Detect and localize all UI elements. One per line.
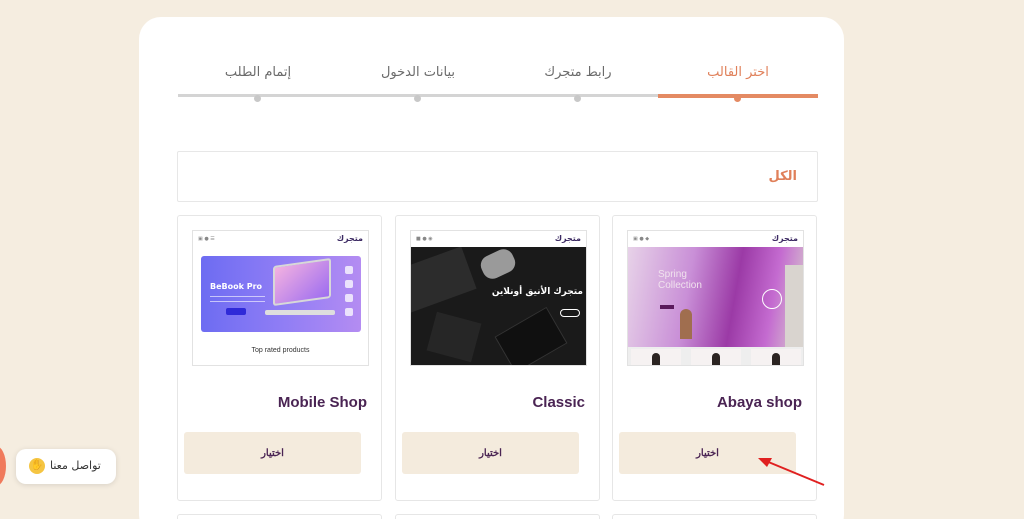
model-image xyxy=(680,309,692,339)
step-label: اختر القالب xyxy=(707,65,769,80)
preview-header: ▣ ● ☰ متجرك xyxy=(193,231,368,247)
preview-header: ▣ ● ◆ متجرك xyxy=(628,231,803,247)
preview-logo: متجرك xyxy=(554,234,581,243)
step-dot xyxy=(574,95,581,102)
category-filter: الكل xyxy=(177,151,818,202)
template-card-mobile-shop: ▣ ● ☰ متجرك BeBook Pro Top rated product… xyxy=(177,215,382,501)
choose-template-button[interactable]: اختيار xyxy=(184,432,361,474)
waving-hand-icon: ✋ xyxy=(29,458,45,474)
step-label: بيانات الدخول xyxy=(380,65,456,80)
template-preview[interactable]: ▣ ● ◆ متجرك Spring Collection xyxy=(627,230,804,366)
preview-nav-icons: ▣ ● ☰ xyxy=(198,236,215,242)
choose-template-button[interactable]: اختيار xyxy=(402,432,579,474)
preview-hero-heading: BeBook Pro xyxy=(210,282,263,291)
preview-logo: متجرك xyxy=(771,234,798,243)
choose-template-button[interactable]: اختيار xyxy=(619,432,796,474)
step-choose-template[interactable]: اختر القالب xyxy=(658,60,818,104)
preview-hero-banner: BeBook Pro xyxy=(201,256,361,332)
keyboard-image xyxy=(411,247,477,313)
preview-header: ■ ● ◉ متجرك xyxy=(411,231,586,247)
preview-hero-banner: متجرك الأنيق أونلاين xyxy=(411,247,586,365)
preview-feature-icons xyxy=(345,266,355,320)
template-preview[interactable]: ▣ ● ☰ متجرك BeBook Pro Top rated product… xyxy=(192,230,369,366)
laptop-image xyxy=(273,257,331,307)
contact-us-widget[interactable]: ✋ تواصل معنا xyxy=(16,449,116,484)
step-dot xyxy=(254,95,261,102)
preview-hero-button xyxy=(660,305,674,309)
preview-hero-button xyxy=(226,308,246,315)
step-label: رابط متجرك xyxy=(544,65,612,80)
template-card-next-row xyxy=(177,514,382,519)
template-name: Classic xyxy=(532,394,585,411)
preview-section-caption: Top rated products xyxy=(251,347,310,354)
template-preview[interactable]: ■ ● ◉ متجرك متجرك الأنيق أونلاين xyxy=(410,230,587,366)
template-name: Abaya shop xyxy=(716,394,802,411)
filter-all[interactable]: الكل xyxy=(768,169,797,184)
mouse-image xyxy=(477,247,519,283)
preview-hero-subtext xyxy=(210,296,265,302)
chat-edge-decoration xyxy=(0,446,6,486)
notebook-image xyxy=(426,311,482,363)
preview-nav-icons: ■ ● ◉ xyxy=(416,236,433,242)
preview-hero-button xyxy=(560,309,580,317)
template-card-classic: ■ ● ◉ متجرك متجرك الأنيق أونلاين Classic… xyxy=(395,215,600,501)
step-label: إتمام الطلب xyxy=(224,65,292,80)
template-name: Mobile Shop xyxy=(277,394,367,411)
step-login-data[interactable]: بيانات الدخول xyxy=(338,60,498,104)
step-store-link[interactable]: رابط متجرك xyxy=(498,60,658,104)
laptop-base xyxy=(265,310,335,315)
template-card-abaya-shop: ▣ ● ◆ متجرك Spring Collection Abaya shop … xyxy=(612,215,817,501)
preview-hero-heading: متجرك الأنيق أونلاين xyxy=(491,287,583,297)
step-complete-order[interactable]: إتمام الطلب xyxy=(178,60,338,104)
phone-image xyxy=(494,306,568,365)
wall-image xyxy=(785,265,803,347)
preview-hero-banner: Spring Collection xyxy=(628,247,803,347)
preview-logo: متجرك xyxy=(336,234,363,243)
preview-nav-icons: ▣ ● ◆ xyxy=(633,236,650,242)
step-dot xyxy=(734,95,741,102)
preview-product-strip xyxy=(628,347,803,365)
preview-hero-heading: Spring Collection xyxy=(658,269,702,291)
stepper: إتمام الطلب بيانات الدخول رابط متجرك اخت… xyxy=(178,60,818,104)
template-card-next-row xyxy=(395,514,600,519)
step-dot xyxy=(414,95,421,102)
play-circle-icon xyxy=(762,289,782,309)
template-card-next-row xyxy=(612,514,817,519)
contact-us-label: تواصل معنا xyxy=(50,459,101,472)
